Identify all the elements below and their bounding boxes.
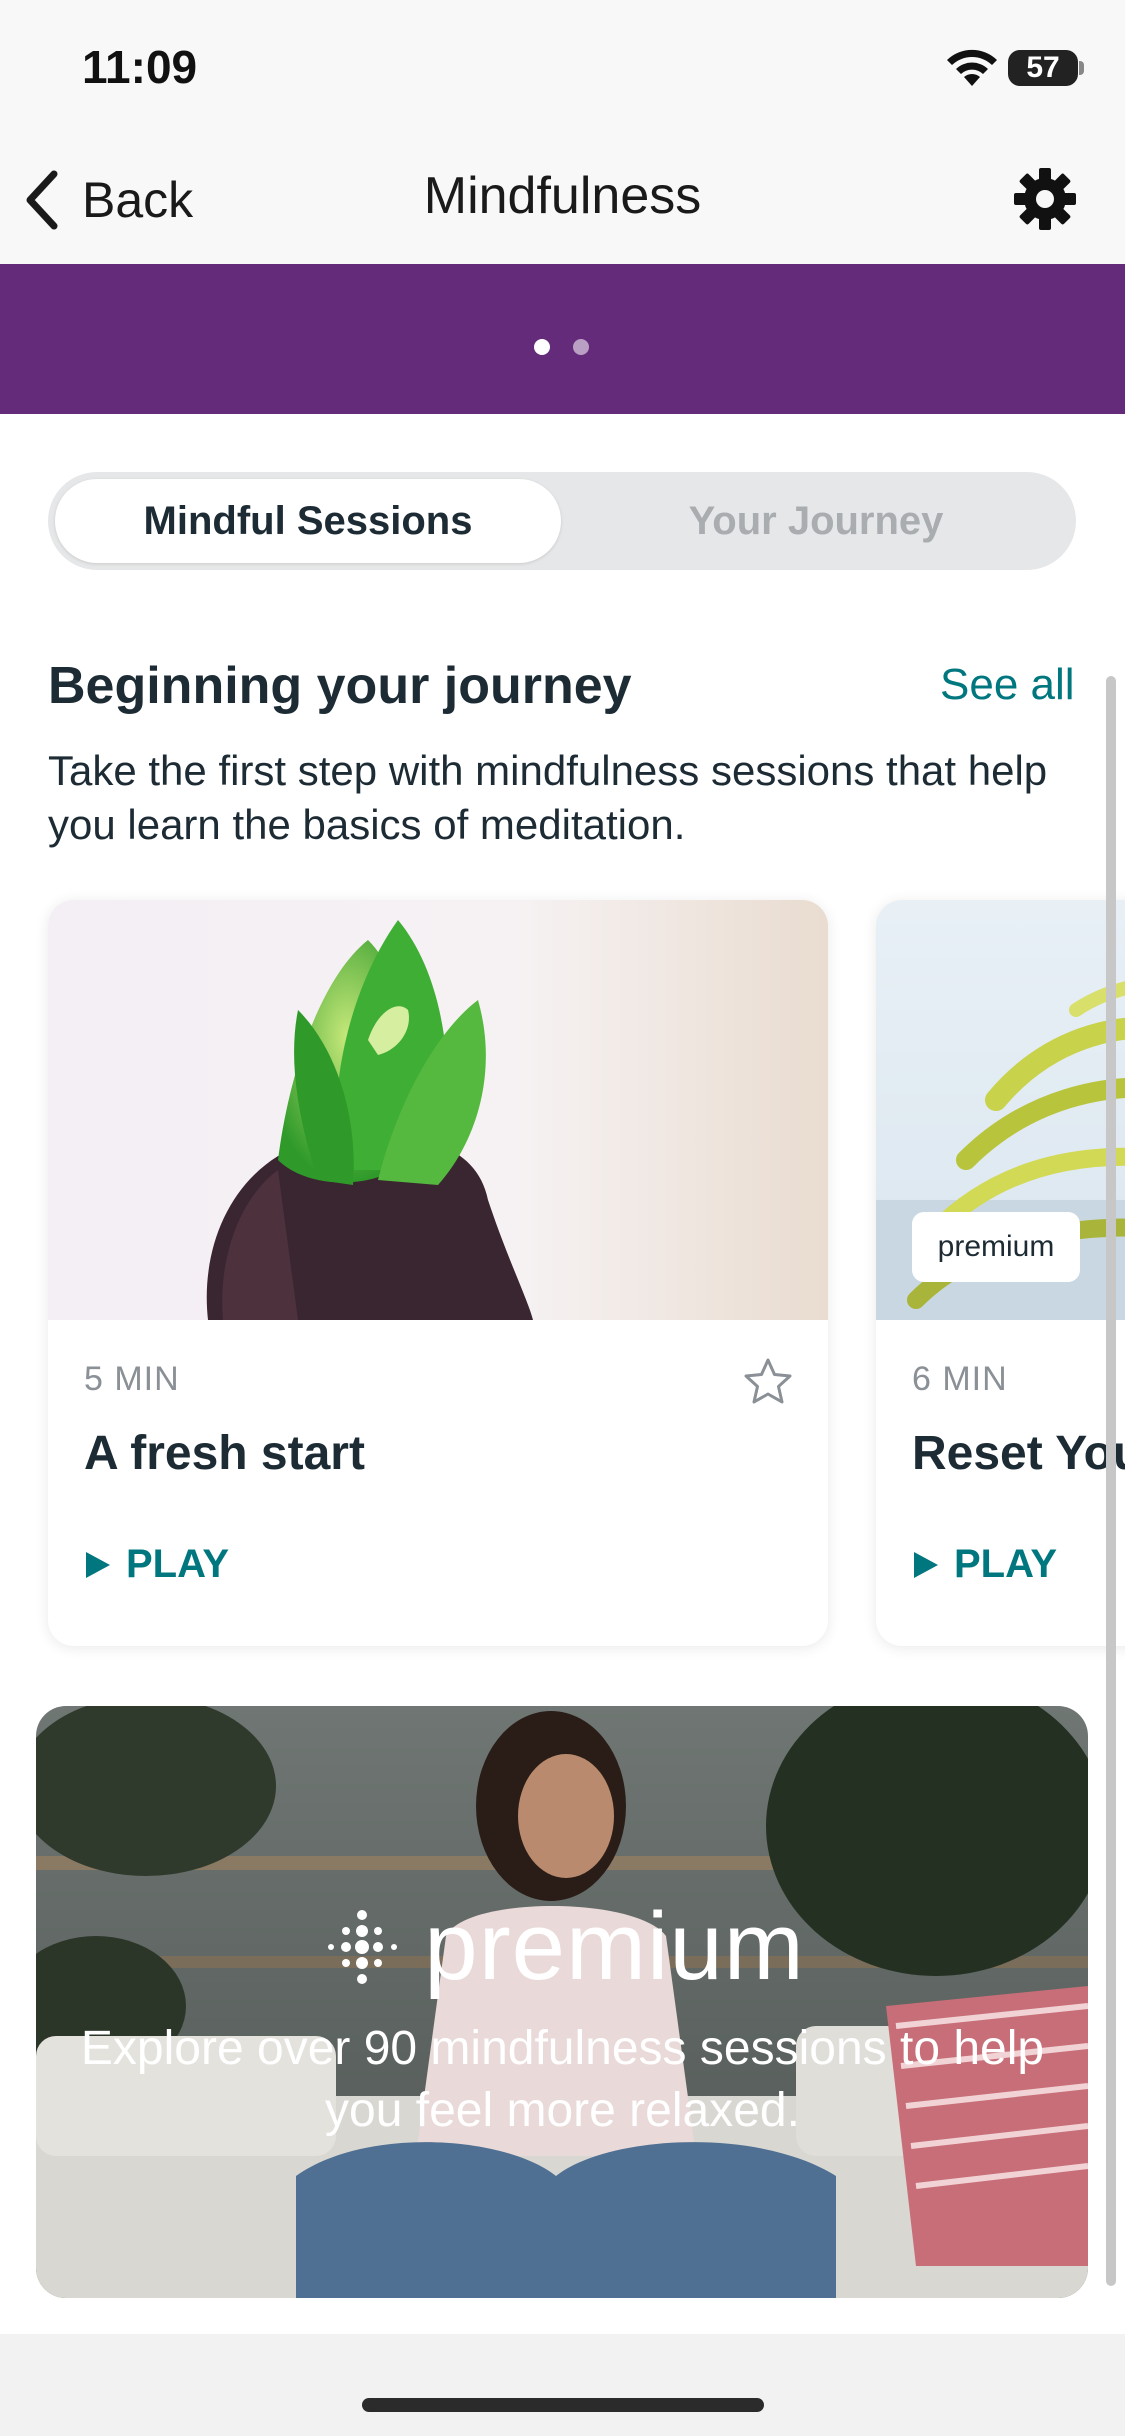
play-label: PLAY xyxy=(954,1542,1058,1586)
tab-mindful-sessions[interactable]: Mindful Sessions xyxy=(55,479,561,563)
bottom-safe-area xyxy=(0,2334,1125,2436)
scrollbar[interactable] xyxy=(1106,676,1116,2286)
premium-promo-banner[interactable] xyxy=(36,1706,1088,2298)
star-outline-icon[interactable] xyxy=(742,1356,794,1408)
session-duration: 5 MIN xyxy=(84,1360,180,1398)
hero-banner[interactable] xyxy=(0,264,1125,414)
premium-logo: premium xyxy=(0,1892,1125,2002)
session-card[interactable]: premium 6 MIN Reset Your PLAY xyxy=(876,900,1125,1646)
tab-your-journey[interactable]: Your Journey xyxy=(561,479,1071,563)
page-indicator-dot-active[interactable] xyxy=(534,339,550,355)
section-title: Beginning your journey xyxy=(48,657,632,715)
home-indicator[interactable] xyxy=(362,2398,764,2412)
session-title: Reset Your xyxy=(912,1427,1125,1480)
play-label: PLAY xyxy=(126,1542,230,1586)
promo-background-image xyxy=(36,1706,1088,2298)
battery-icon: 57 xyxy=(1008,50,1078,86)
session-duration: 6 MIN xyxy=(912,1360,1008,1398)
promo-description: Explore over 90 mindfulness sessions to … xyxy=(80,2022,1045,2137)
see-all-link[interactable]: See all xyxy=(940,660,1075,710)
play-button[interactable]: PLAY xyxy=(84,1542,229,1587)
section-description: Take the first step with mindfulness ses… xyxy=(48,747,1048,848)
wifi-icon xyxy=(947,49,997,86)
page-title: Mindfulness xyxy=(423,167,702,225)
battery-cap xyxy=(1079,61,1084,75)
play-icon xyxy=(86,1551,110,1578)
premium-badge: premium xyxy=(912,1212,1080,1282)
session-title: A fresh start xyxy=(84,1427,365,1480)
play-icon xyxy=(914,1551,938,1578)
session-card[interactable]: 5 MIN A fresh start PLAY xyxy=(48,900,828,1646)
page-indicator-dot[interactable] xyxy=(573,339,589,355)
session-thumbnail xyxy=(48,900,828,1320)
play-button[interactable]: PLAY xyxy=(912,1542,1057,1587)
premium-wordmark: premium xyxy=(424,1893,805,2000)
fitbit-dots-icon xyxy=(328,1910,398,1984)
status-time: 11:09 xyxy=(82,41,198,93)
gear-icon[interactable] xyxy=(1012,166,1078,232)
